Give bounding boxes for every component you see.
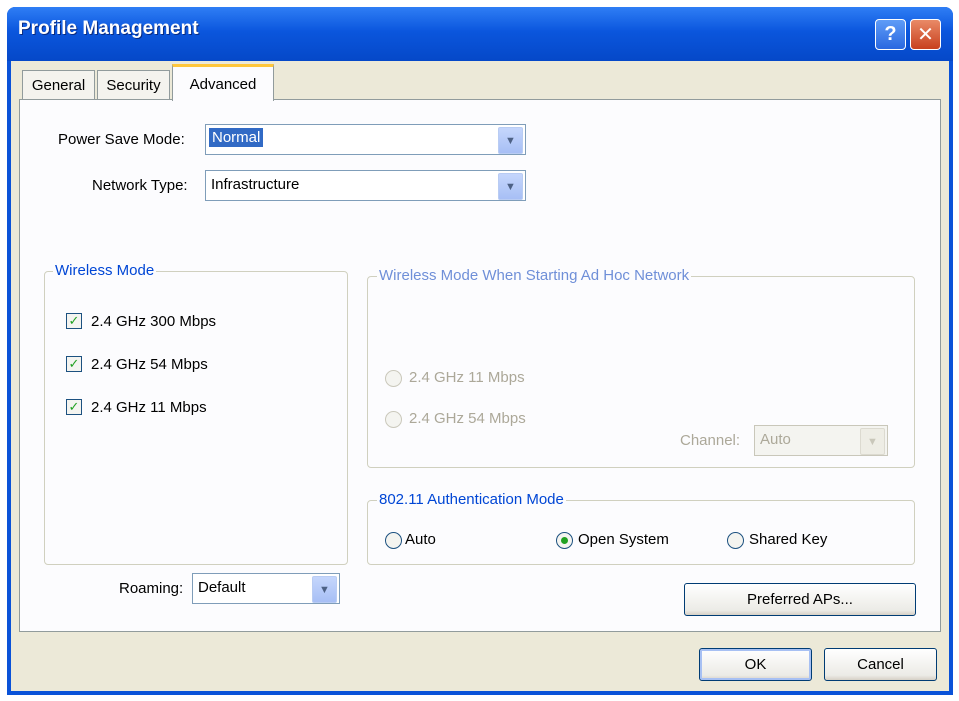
- power-save-mode-select[interactable]: Normal ▼: [205, 124, 526, 155]
- checkbox-300mbps-label: 2.4 GHz 300 Mbps: [91, 313, 217, 330]
- preferred-aps-label: Preferred APs...: [747, 591, 853, 608]
- roaming-value: Default: [198, 579, 246, 596]
- check-icon: ✓: [68, 356, 80, 371]
- check-icon: ✓: [68, 313, 80, 328]
- ok-label: OK: [744, 656, 767, 673]
- wireless-mode-title: Wireless Mode: [53, 262, 157, 279]
- radio-auth-open-system-label: Open System: [578, 531, 669, 548]
- adhoc-mode-title: Wireless Mode When Starting Ad Hoc Netwo…: [377, 267, 692, 284]
- tab-advanced[interactable]: Advanced: [172, 64, 274, 101]
- auth-mode-title: 802.11 Authentication Mode: [377, 491, 566, 508]
- roaming-select[interactable]: Default ▼: [192, 573, 340, 604]
- tab-general[interactable]: General: [22, 70, 95, 100]
- ok-button[interactable]: OK: [699, 648, 812, 681]
- close-icon: ✕: [917, 24, 934, 46]
- channel-label: Channel:: [680, 432, 741, 449]
- chevron-down-icon[interactable]: ▼: [860, 428, 885, 455]
- tab-general-label: General: [31, 77, 86, 94]
- radio-auth-auto-label: Auto: [405, 531, 436, 548]
- network-type-value: Infrastructure: [211, 176, 300, 193]
- chevron-down-icon[interactable]: ▼: [498, 173, 523, 200]
- close-button[interactable]: ✕: [910, 19, 941, 50]
- roaming-label: Roaming:: [119, 580, 184, 597]
- network-type-select[interactable]: Infrastructure ▼: [205, 170, 526, 201]
- check-icon: ✓: [68, 399, 80, 414]
- tab-security[interactable]: Security: [97, 70, 170, 100]
- radio-adhoc-54mbps[interactable]: [385, 411, 402, 428]
- checkbox-54mbps-label: 2.4 GHz 54 Mbps: [91, 356, 208, 373]
- checkbox-11mbps[interactable]: ✓: [66, 399, 82, 415]
- cancel-label: Cancel: [857, 656, 904, 673]
- cancel-button[interactable]: Cancel: [824, 648, 937, 681]
- radio-selected-dot: [561, 537, 568, 544]
- tab-advanced-label: Advanced: [189, 75, 257, 93]
- tab-security-label: Security: [106, 77, 161, 94]
- channel-value: Auto: [760, 431, 791, 448]
- radio-adhoc-11mbps-label: 2.4 GHz 11 Mbps: [409, 369, 525, 386]
- radio-auth-auto[interactable]: [385, 532, 402, 549]
- checkbox-11mbps-label: 2.4 GHz 11 Mbps: [91, 399, 207, 416]
- radio-adhoc-11mbps[interactable]: [385, 370, 402, 387]
- checkbox-300mbps[interactable]: ✓: [66, 313, 82, 329]
- help-button[interactable]: ?: [875, 19, 906, 50]
- radio-auth-shared-key[interactable]: [727, 532, 744, 549]
- power-save-mode-label: Power Save Mode:: [58, 131, 185, 148]
- window-title: Profile Management: [18, 18, 199, 39]
- power-save-mode-value: Normal: [209, 128, 264, 147]
- channel-select[interactable]: Auto ▼: [754, 425, 888, 456]
- checkbox-54mbps[interactable]: ✓: [66, 356, 82, 372]
- chevron-down-icon[interactable]: ▼: [498, 127, 523, 154]
- chevron-down-icon[interactable]: ▼: [312, 576, 337, 603]
- network-type-label: Network Type:: [92, 177, 188, 194]
- radio-auth-shared-key-label: Shared Key: [749, 531, 828, 548]
- preferred-aps-button[interactable]: Preferred APs...: [684, 583, 916, 616]
- help-icon: ?: [884, 23, 897, 45]
- radio-auth-open-system[interactable]: [556, 532, 573, 549]
- radio-adhoc-54mbps-label: 2.4 GHz 54 Mbps: [409, 410, 526, 427]
